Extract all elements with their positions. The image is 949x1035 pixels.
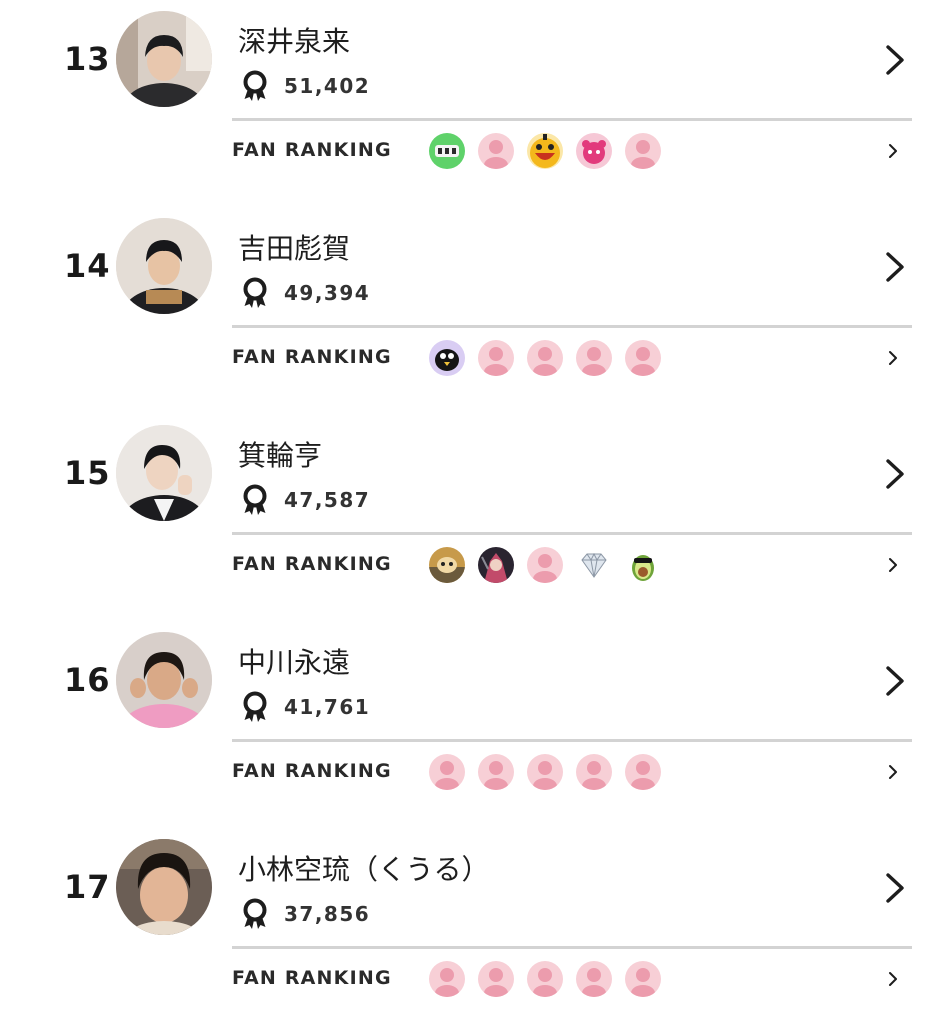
rank-number: 15 <box>64 454 111 492</box>
default-pink-user-icon[interactable] <box>527 340 563 376</box>
chevron-right-icon[interactable] <box>886 970 900 988</box>
fan-ranking-label: FAN RANKING <box>232 346 392 368</box>
ranking-entry[interactable]: 16 中川永遠 41,761 FAN RANKING <box>0 621 949 828</box>
score-row: 41,761 <box>240 691 370 723</box>
performer-avatar[interactable] <box>116 218 212 314</box>
chevron-right-icon[interactable] <box>886 142 900 160</box>
chevron-right-icon[interactable] <box>880 663 908 699</box>
fan-ranking-label: FAN RANKING <box>232 139 392 161</box>
performer-avatar[interactable] <box>116 632 212 728</box>
fan-avatar-list <box>429 133 661 169</box>
pink-creature-fan-icon[interactable] <box>576 133 612 169</box>
default-pink-user-icon[interactable] <box>527 754 563 790</box>
default-pink-user-icon[interactable] <box>625 133 661 169</box>
performer-name[interactable]: 深井泉来 <box>238 20 350 60</box>
score-row: 37,856 <box>240 898 370 930</box>
medal-icon <box>243 484 267 515</box>
medal-icon <box>243 70 267 101</box>
performer-name[interactable]: 中川永遠 <box>238 641 350 681</box>
default-pink-user-icon[interactable] <box>625 754 661 790</box>
diamond-fan-icon[interactable] <box>576 547 612 583</box>
yellow-mascot-fan-icon[interactable] <box>527 133 563 169</box>
divider <box>232 946 912 949</box>
default-pink-user-icon[interactable] <box>478 961 514 997</box>
fan-ranking-label: FAN RANKING <box>232 760 392 782</box>
rank-number: 16 <box>64 661 111 699</box>
score-value: 49,394 <box>284 281 371 305</box>
divider <box>232 739 912 742</box>
fan-avatar-list <box>429 961 661 997</box>
chevron-right-icon[interactable] <box>880 456 908 492</box>
ranking-entry[interactable]: 15 箕輪亨 47,587 FAN RANKING <box>0 414 949 621</box>
score-value: 41,761 <box>284 695 371 719</box>
performer-name[interactable]: 小林空琉（くうる） <box>238 848 489 888</box>
performer-avatar[interactable] <box>116 425 212 521</box>
avocado-sunglasses-fan-icon[interactable] <box>625 547 661 583</box>
fan-ranking-label: FAN RANKING <box>232 967 392 989</box>
chevron-right-icon[interactable] <box>880 42 908 78</box>
default-pink-user-icon[interactable] <box>527 547 563 583</box>
rank-number: 13 <box>64 40 111 78</box>
divider <box>232 325 912 328</box>
fan-ranking-label: FAN RANKING <box>232 553 392 575</box>
chevron-right-icon[interactable] <box>886 556 900 574</box>
divider <box>232 118 912 121</box>
performer-avatar[interactable] <box>116 839 212 935</box>
default-pink-user-icon[interactable] <box>478 754 514 790</box>
rank-number: 17 <box>64 868 111 906</box>
divider <box>232 532 912 535</box>
rank-number: 14 <box>64 247 111 285</box>
default-pink-user-icon[interactable] <box>625 961 661 997</box>
score-row: 49,394 <box>240 277 370 309</box>
default-pink-user-icon[interactable] <box>576 340 612 376</box>
black-bird-fan-icon[interactable] <box>429 340 465 376</box>
green-sticker-fan-icon[interactable] <box>429 133 465 169</box>
performer-avatar[interactable] <box>116 11 212 107</box>
score-value: 51,402 <box>284 74 371 98</box>
chevron-right-icon[interactable] <box>886 349 900 367</box>
performer-name[interactable]: 吉田彪賀 <box>238 227 350 267</box>
fan-avatar-list <box>429 547 661 583</box>
default-pink-user-icon[interactable] <box>625 340 661 376</box>
anime-character-fan-icon[interactable] <box>478 547 514 583</box>
fan-avatar-list <box>429 340 661 376</box>
chevron-right-icon[interactable] <box>886 763 900 781</box>
score-value: 37,856 <box>284 902 371 926</box>
medal-icon <box>243 898 267 929</box>
score-value: 47,587 <box>284 488 371 512</box>
score-row: 51,402 <box>240 70 370 102</box>
ranking-entry[interactable]: 14 吉田彪賀 49,394 FAN RANKING <box>0 207 949 414</box>
chevron-right-icon[interactable] <box>880 870 908 906</box>
default-pink-user-icon[interactable] <box>527 961 563 997</box>
default-pink-user-icon[interactable] <box>478 340 514 376</box>
dog-photo-fan-icon[interactable] <box>429 547 465 583</box>
ranking-entry[interactable]: 13 深井泉来 51,402 FAN RANKING <box>0 0 949 207</box>
medal-icon <box>243 277 267 308</box>
default-pink-user-icon[interactable] <box>576 754 612 790</box>
default-pink-user-icon[interactable] <box>429 961 465 997</box>
default-pink-user-icon[interactable] <box>478 133 514 169</box>
default-pink-user-icon[interactable] <box>429 754 465 790</box>
medal-icon <box>243 691 267 722</box>
chevron-right-icon[interactable] <box>880 249 908 285</box>
score-row: 47,587 <box>240 484 370 516</box>
ranking-entry[interactable]: 17 小林空琉（くうる） 37,856 FAN RANKING <box>0 828 949 1035</box>
fan-avatar-list <box>429 754 661 790</box>
default-pink-user-icon[interactable] <box>576 961 612 997</box>
performer-name[interactable]: 箕輪亨 <box>238 434 322 474</box>
